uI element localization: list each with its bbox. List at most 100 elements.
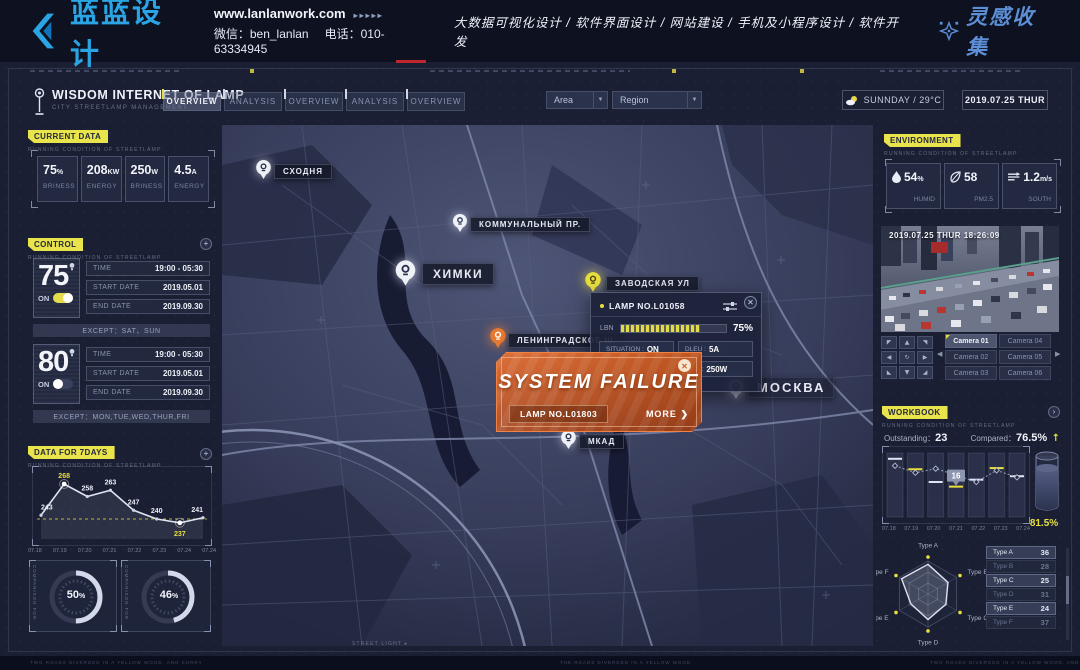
power-toggle-2[interactable]: [53, 379, 73, 389]
pan-up-right-button[interactable]: ◥: [917, 336, 933, 349]
camera-list-next[interactable]: ▶: [1055, 350, 1060, 358]
control-brightness-2: 80 ON: [33, 344, 80, 404]
reset-view-button[interactable]: ↻: [899, 351, 915, 364]
area-select[interactable]: Area ▼: [546, 91, 608, 109]
x-tick: 07.22: [971, 526, 985, 532]
camera-feed[interactable]: 2019.07.25 THUR 18:26:09: [881, 226, 1059, 332]
expand-chart-button[interactable]: +: [200, 448, 212, 460]
panel-current-data: CURRENT DATA RUNNING CONDITION OF STREET…: [28, 126, 216, 153]
region-select[interactable]: Region ▼: [612, 91, 702, 109]
camera-button-5[interactable]: Camera 05: [999, 350, 1051, 364]
x-tick: 07.24: [202, 548, 216, 554]
alert-message: SYSTEM FAILURE: [497, 371, 701, 394]
city-map[interactable]: СХОДНЯ КОММУНАЛЬНЫЙ ПР. ХИМКИ ЗАВОДСКАЯ …: [222, 125, 873, 646]
map-pin-skhodnya[interactable]: [255, 159, 272, 185]
camera-button-2[interactable]: Camera 02: [945, 350, 997, 364]
traffic-photo: [881, 226, 1059, 332]
svg-text:Type A: Type A: [918, 542, 939, 549]
camera-list-prev[interactable]: ◀: [937, 350, 942, 358]
radar-legend: Type A36 Type B28 Type C25 Type D31 Type…: [986, 546, 1056, 630]
deco-dashes: [880, 70, 1020, 72]
start-date-row[interactable]: START DATE2019.05.01: [86, 366, 210, 381]
pan-up-button[interactable]: ▲: [899, 336, 915, 349]
camera-button-6[interactable]: Camera 06: [999, 366, 1051, 380]
legend-type-d[interactable]: Type D31: [986, 588, 1056, 601]
stat-wind: 1.2m/s SOUTH: [1002, 163, 1057, 209]
add-control-button[interactable]: +: [200, 238, 212, 250]
outstanding-value: 23: [935, 432, 947, 444]
streetlamp-icon: [32, 88, 47, 116]
pan-up-left-button[interactable]: ◤: [881, 336, 897, 349]
brightness-bar[interactable]: [620, 324, 727, 333]
panel-camera: 2019.07.25 THUR 18:26:09 ◤ ▲ ◥ ◀ ↻ ▶ ◣ ▼…: [881, 226, 1059, 384]
weather-text: SUNNDAY / 29°C: [864, 95, 942, 105]
deco-yellow-dot: [672, 69, 676, 73]
time-row[interactable]: TIME19:00 - 05:30: [86, 261, 210, 276]
x-tick: 07.23: [994, 526, 1008, 532]
tab-overview-1[interactable]: OVERVIEW: [163, 92, 221, 111]
start-date-row[interactable]: START DATE2019.05.01: [86, 280, 210, 295]
end-date-row[interactable]: END DATE2019.09.30: [86, 299, 210, 314]
panel-subtitle: RUNNING CONDITION OF STREETLAMP: [884, 151, 1060, 157]
pan-down-left-button[interactable]: ◣: [881, 366, 897, 379]
map-label-skhodnya[interactable]: СХОДНЯ: [274, 164, 332, 179]
tab-overview-3[interactable]: OVERVIEW: [407, 92, 465, 111]
alert-more-button[interactable]: MORE ❯: [646, 409, 689, 420]
svg-text:Type D: Type D: [918, 640, 939, 646]
map-pin-mkad[interactable]: [560, 429, 577, 455]
inspiration-collect-link[interactable]: 灵感收集: [938, 1, 1058, 61]
svg-text:241: 241: [191, 507, 203, 514]
time-row[interactable]: TIME19:00 - 05:30: [86, 347, 210, 362]
panel-title-control: CONTROL: [28, 238, 83, 251]
legend-type-b[interactable]: Type B28: [986, 560, 1056, 573]
scrollbar-decoration[interactable]: [1066, 548, 1069, 640]
pan-left-button[interactable]: ◀: [881, 351, 897, 364]
pan-down-button[interactable]: ▼: [899, 366, 915, 379]
x-tick: 07.24: [1016, 526, 1030, 532]
website-link[interactable]: www.lanlanwork.com: [214, 6, 346, 21]
map-pin-leningradskoe[interactable]: [489, 327, 507, 354]
screen: 蓝蓝设计 www.lanlanwork.com▸▸▸▸▸ 微信：ben_lanl…: [0, 0, 1080, 670]
pan-right-button[interactable]: ▶: [917, 351, 933, 364]
camera-button-1[interactable]: Camera 01: [945, 334, 997, 348]
workbook-next-button[interactable]: ›: [1048, 406, 1060, 418]
camera-button-4[interactable]: Camera 04: [999, 334, 1051, 348]
except-days-2: EXCEPT：MON,TUE,WED,THUR,FRI: [33, 410, 210, 423]
bar-label: LBN: [600, 325, 614, 332]
svg-text:Type E: Type E: [876, 615, 889, 622]
x-tick: 07.24: [177, 548, 191, 554]
map-label-zavodskaya[interactable]: ЗАВОДСКАЯ УЛ: [606, 276, 699, 291]
tab-overview-2[interactable]: OVERVIEW: [285, 92, 343, 111]
legend-type-e[interactable]: Type E24: [986, 602, 1056, 615]
gauge-comparison-2: COMPARISON FOR 46%: [121, 560, 211, 632]
legend-type-c[interactable]: Type C25: [986, 574, 1056, 587]
map-label-kommunalny[interactable]: КОММУНАЛЬНЫЙ ПР.: [470, 217, 590, 232]
panel-title-environment: ENVIRONMENT: [884, 134, 961, 147]
outstanding-label: Outstanding：: [884, 434, 935, 443]
end-date-row[interactable]: END DATE2019.09.30: [86, 385, 210, 400]
map-label-khimki[interactable]: ХИМКИ: [422, 263, 494, 285]
state-label: ON: [38, 380, 49, 389]
pan-down-right-button[interactable]: ◢: [917, 366, 933, 379]
legend-type-f[interactable]: Type F37: [986, 616, 1056, 629]
popup-close-button[interactable]: ✕: [744, 296, 757, 309]
map-pin-khimki[interactable]: [394, 259, 417, 292]
workbook-3d-gauge: [1032, 446, 1062, 516]
power-toggle-1[interactable]: [53, 293, 73, 303]
sliders-icon[interactable]: [723, 301, 737, 311]
arrows-decoration: ▸▸▸▸▸: [354, 11, 384, 20]
camera-button-3[interactable]: Camera 03: [945, 366, 997, 380]
svg-text:263: 263: [105, 479, 117, 486]
tab-analysis-2[interactable]: ANALYSIS: [346, 92, 404, 111]
tab-analysis-1[interactable]: ANALYSIS: [224, 92, 282, 111]
site-header: 蓝蓝设计 www.lanlanwork.com▸▸▸▸▸ 微信：ben_lanl…: [0, 0, 1080, 62]
x-tick: 07.22: [128, 548, 142, 554]
map-label-mkad[interactable]: МКАД: [579, 434, 624, 449]
street-light-tag: STREET LIGHT ▸: [352, 641, 408, 647]
brightness-percent: 75%: [733, 323, 753, 334]
legend-type-a[interactable]: Type A36: [986, 546, 1056, 559]
control-group-1: 75 ON TIME19:00 - 05:30 START DATE2019.0…: [28, 258, 216, 320]
map-pin-kommunalny[interactable]: [452, 213, 468, 238]
svg-text:258: 258: [81, 486, 93, 493]
svg-text:237: 237: [174, 531, 186, 538]
